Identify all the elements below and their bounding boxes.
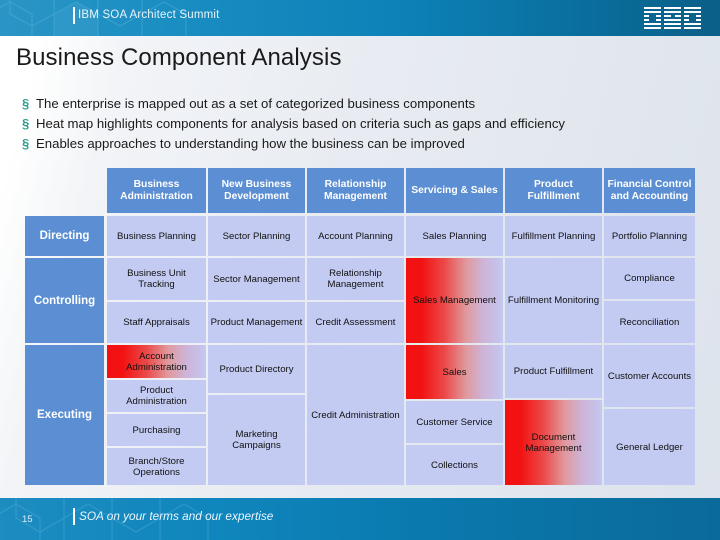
row-label-executing: Executing [25, 345, 104, 485]
component-cell[interactable]: Branch/Store Operations [107, 448, 206, 485]
component-cell[interactable]: Sales Planning [406, 216, 503, 256]
ibm-logo-icon [644, 7, 701, 29]
bullet-marker-icon: § [22, 136, 30, 151]
list-item: § Enables approaches to understanding ho… [22, 134, 710, 153]
component-cell[interactable]: Credit Assessment [307, 302, 404, 343]
component-cell[interactable]: Business Planning [107, 216, 206, 256]
component-cell[interactable]: Fulfillment Planning [505, 216, 602, 256]
component-column: Product Fulfillment Fulfillment Planning F… [505, 168, 602, 485]
component-cell[interactable]: Product Administration [107, 380, 206, 412]
row-label-controlling: Controlling [25, 258, 104, 343]
column-header: Servicing & Sales [406, 168, 503, 213]
footer-tagline: SOA on your terms and our expertise [79, 509, 274, 523]
component-cell[interactable]: Account Administration [107, 345, 206, 378]
component-cell[interactable]: Document Management [505, 400, 602, 485]
bullet-list: § The enterprise is mapped out as a set … [22, 94, 710, 154]
component-column: Relationship Management Account Planning R… [307, 168, 404, 485]
component-cell[interactable]: Collections [406, 445, 503, 485]
component-cell[interactable]: Sector Management [208, 258, 305, 300]
component-cell[interactable]: Credit Administration [307, 345, 404, 485]
component-cell[interactable]: Marketing Campaigns [208, 395, 305, 485]
bullet-marker-icon: § [22, 116, 30, 131]
component-columns: Business Administration Business Planning… [107, 168, 695, 485]
component-cell[interactable]: Portfolio Planning [604, 216, 695, 256]
footer-accent-bar [73, 508, 75, 525]
component-cell[interactable]: Sales Management [406, 258, 503, 343]
banner-accent-bar [73, 7, 75, 24]
component-cell[interactable]: General Ledger [604, 409, 695, 485]
component-cell[interactable]: Product Fulfillment [505, 345, 602, 398]
component-cell[interactable]: Account Planning [307, 216, 404, 256]
component-cell[interactable]: Staff Appraisals [107, 302, 206, 343]
row-label-column: Directing Controlling Executing [25, 168, 104, 485]
column-header: Financial Control and Accounting [604, 168, 695, 213]
component-column: Financial Control and Accounting Portfoli… [604, 168, 695, 485]
component-column: New Business Development Sector Planning S… [208, 168, 305, 485]
component-cell[interactable]: Compliance [604, 258, 695, 299]
column-header: Relationship Management [307, 168, 404, 213]
banner-title: IBM SOA Architect Summit [78, 9, 220, 21]
list-item: § Heat map highlights components for ana… [22, 114, 710, 133]
bullet-text: Heat map highlights components for analy… [36, 116, 566, 131]
page-title: Business Component Analysis [16, 44, 342, 71]
column-header: New Business Development [208, 168, 305, 213]
bullet-text: Enables approaches to understanding how … [36, 136, 465, 151]
business-component-heatmap: Directing Controlling Executing Business A… [25, 168, 695, 485]
column-header: Business Administration [107, 168, 206, 213]
list-item: § The enterprise is mapped out as a set … [22, 94, 710, 113]
row-label-directing: Directing [25, 216, 104, 256]
top-banner: IBM SOA Architect Summit [0, 0, 720, 36]
component-cell[interactable]: Reconciliation [604, 301, 695, 343]
component-cell[interactable]: Product Management [208, 302, 305, 343]
column-header: Product Fulfillment [505, 168, 602, 213]
component-cell[interactable]: Product Directory [208, 345, 305, 393]
component-cell[interactable]: Fulfillment Monitoring [505, 258, 602, 343]
bullet-text: The enterprise is mapped out as a set of… [36, 96, 476, 111]
component-cell[interactable]: Customer Service [406, 401, 503, 443]
component-cell[interactable]: Customer Accounts [604, 345, 695, 407]
component-cell[interactable]: Sales [406, 345, 503, 399]
component-column: Servicing & Sales Sales Planning Sales Man… [406, 168, 503, 485]
component-cell[interactable]: Relationship Management [307, 258, 404, 300]
component-cell[interactable]: Sector Planning [208, 216, 305, 256]
component-column: Business Administration Business Planning… [107, 168, 206, 485]
bullet-marker-icon: § [22, 96, 30, 111]
component-cell[interactable]: Business Unit Tracking [107, 258, 206, 300]
page-number: 15 [22, 514, 33, 525]
footer-bar: 15 SOA on your terms and our expertise [0, 498, 720, 540]
component-cell[interactable]: Purchasing [107, 414, 206, 446]
slide: IBM SOA Architect Summit Business Compon… [0, 0, 720, 540]
